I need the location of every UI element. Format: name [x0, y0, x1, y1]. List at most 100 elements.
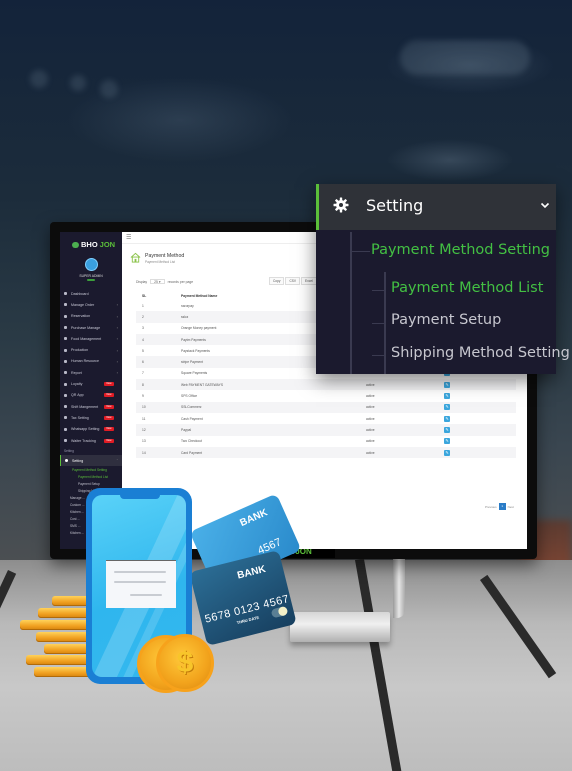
avatar[interactable] — [85, 258, 98, 271]
bokeh-light — [100, 80, 118, 98]
sidebar-item-reservation[interactable]: Reservation › — [60, 311, 122, 322]
cell-sl: 9 — [142, 394, 144, 399]
edit-icon[interactable]: ✎ — [444, 426, 450, 433]
records-per-page-control: Display 25 ▾ records per page — [136, 279, 193, 284]
column-header-sl[interactable]: SL — [136, 291, 181, 300]
loyalty-icon — [64, 382, 67, 386]
cell-status: active — [366, 424, 444, 436]
sidebar-item-label: Reservation — [71, 314, 91, 319]
cell-sl: 7 — [142, 371, 144, 376]
pagination: Previous 1 Next — [485, 503, 514, 510]
dashboard-icon — [64, 292, 67, 296]
shift-icon — [64, 405, 67, 409]
cell-sl: 2 — [136, 311, 181, 323]
sidebar-item-loyalty[interactable]: Loyalty New — [60, 378, 122, 389]
per-page-value: 25 — [154, 280, 158, 284]
csv-button[interactable]: CSV — [285, 277, 301, 285]
sidebar-item-label: Human Resource — [71, 359, 99, 364]
sidebar-item-manage-order[interactable]: Manage Order › — [60, 299, 122, 310]
edit-icon[interactable]: ✎ — [444, 415, 450, 422]
chevron-right-icon: › — [116, 336, 118, 342]
callout-payment-method-list[interactable]: Payment Method List — [391, 280, 543, 296]
bokeh-light — [70, 75, 86, 91]
cell-payment-method-name: Card Payment — [181, 446, 366, 459]
sidebar-item-label: Shift Mangement — [71, 404, 99, 409]
tree-line — [372, 323, 386, 324]
callout-shipping-method-setting[interactable]: Shipping Method Setting — [391, 345, 570, 361]
sidebar-item-production[interactable]: Production › — [60, 344, 122, 355]
sidebar-item-label: Report — [71, 370, 82, 375]
copy-button[interactable]: Copy — [269, 277, 285, 285]
bank-label: BANK — [236, 563, 267, 582]
sidebar-item-report[interactable]: Report › — [60, 367, 122, 378]
chevron-right-icon: › — [116, 325, 118, 331]
food-icon — [64, 337, 67, 341]
page-title: Payment Method — [145, 253, 185, 259]
monitor-stand-base — [290, 612, 390, 642]
excel-button[interactable]: Excel — [301, 277, 317, 285]
submenu-payment-method-list[interactable]: Payment Method List — [60, 473, 122, 480]
app-logo[interactable]: BHO JON — [72, 240, 115, 249]
edit-icon[interactable]: ✎ — [444, 438, 450, 445]
sidebar-item-label: Whatsapp Setting — [71, 427, 100, 432]
previous-page-button[interactable]: Previous — [485, 505, 497, 509]
cell-status: active — [366, 446, 444, 459]
online-status-badge — [87, 279, 95, 281]
chevron-down-icon: ˇ — [116, 458, 118, 464]
edit-icon[interactable]: ✎ — [444, 449, 450, 456]
table-row: 13 Two Checkout active ✎ — [136, 436, 516, 447]
cell-action: ✎ — [444, 413, 516, 424]
cell-action: ✎ — [444, 401, 516, 413]
cell-sl: 6 — [136, 356, 181, 368]
chevron-right-icon: › — [116, 347, 118, 353]
sidebar-item-human-resource[interactable]: Human Resource › — [60, 356, 122, 367]
table-row: 8 Web PAYMENT GATEWAYS active ✎ — [136, 379, 516, 391]
sidebar-item-purchase-manage[interactable]: Purchase Manage › — [60, 322, 122, 333]
cell-action: ✎ — [444, 390, 516, 401]
new-badge: New — [104, 427, 114, 432]
setting-menu-header[interactable]: Setting — [316, 184, 556, 230]
sidebar-item-label: Production — [71, 348, 89, 353]
sidebar-item-waiter-tracking[interactable]: Waiter Tracking New — [60, 435, 122, 446]
cell-sl: 10 — [136, 401, 181, 413]
table-row: 14 Card Payment active ✎ — [136, 446, 516, 459]
submenu-payment-setup[interactable]: Payment Setup — [60, 480, 122, 487]
hamburger-icon[interactable]: ☰ — [126, 235, 131, 241]
callout-payment-method-setting[interactable]: Payment Method Setting — [371, 242, 550, 258]
sidebar-item-label: Tax Setting — [71, 415, 89, 420]
tracking-icon — [64, 439, 67, 442]
whatsapp-icon — [64, 427, 67, 431]
edit-icon[interactable]: ✎ — [444, 393, 450, 400]
coin — [34, 667, 92, 677]
cell-sl: 13 — [142, 439, 146, 444]
home-icon — [130, 252, 141, 263]
sidebar-item-whatsapp-setting[interactable]: Whatsapp Setting New — [60, 424, 122, 435]
chevron-right-icon: › — [116, 313, 118, 319]
per-page-select[interactable]: 25 ▾ — [150, 279, 165, 284]
per-page-suffix: records per page — [167, 279, 194, 284]
cell-action: ✎ — [444, 379, 516, 391]
next-page-button[interactable]: Next — [508, 505, 514, 509]
coin — [26, 655, 92, 665]
sidebar-item-dashboard[interactable]: Dashboard — [60, 288, 122, 299]
chevron-down-icon[interactable] — [539, 199, 551, 211]
edit-icon[interactable]: ✎ — [444, 381, 450, 388]
sidebar-item-tax-setting[interactable]: Tax Setting New — [60, 412, 122, 423]
cell-sl: 3 — [142, 326, 144, 331]
edit-icon[interactable]: ✎ — [444, 404, 450, 411]
sidebar-item-label: Loyalty — [71, 382, 83, 387]
sidebar-item-food-management[interactable]: Food Management › — [60, 333, 122, 344]
new-badge: New — [104, 393, 114, 398]
sidebar-item-shift-management[interactable]: Shift Mangement New — [60, 401, 122, 412]
setting-menu-title: Setting — [366, 196, 424, 215]
table-row: 12 Paypal active ✎ — [136, 424, 516, 436]
callout-payment-setup[interactable]: Payment Setup — [391, 312, 501, 328]
cell-action: ✎ — [444, 446, 516, 459]
sidebar-item-qr-app[interactable]: QR App New — [60, 390, 122, 401]
cell-sl: 12 — [136, 424, 181, 436]
current-page-button[interactable]: 1 — [498, 503, 506, 510]
sidebar-item-setting[interactable]: Setting ˇ — [60, 455, 122, 467]
sidebar-item-label: Manage Order — [71, 302, 95, 307]
bokeh-light — [400, 40, 530, 75]
submenu-payment-method-setting[interactable]: Payment Method Setting — [60, 466, 122, 473]
